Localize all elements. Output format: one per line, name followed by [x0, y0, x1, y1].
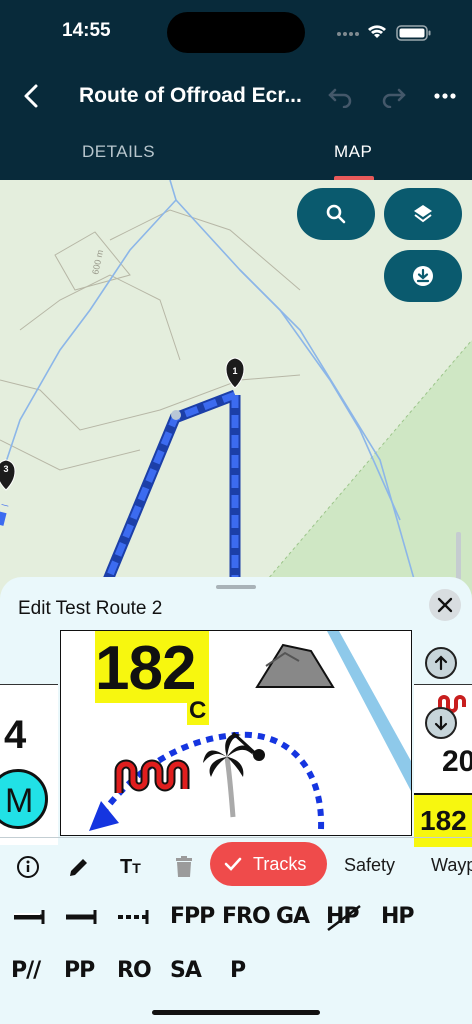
tab-waypoints[interactable]: Wayp	[431, 855, 472, 876]
status-time: 14:55	[62, 20, 111, 41]
map-search-button[interactable]	[297, 188, 375, 240]
next-card-bottom-number: 182	[420, 805, 467, 836]
map-scrollbar[interactable]	[456, 532, 461, 580]
previous-card-number: 4	[4, 713, 27, 757]
roadbook-preview[interactable]: 182 C	[60, 630, 412, 836]
symbol-ro[interactable]: RO	[117, 958, 152, 983]
close-button[interactable]	[429, 589, 461, 621]
symbol-hp-crossed[interactable]: HP	[326, 904, 361, 931]
mountain-icon	[255, 643, 335, 688]
symbol-fpp[interactable]: FPP	[170, 904, 215, 929]
undo-icon[interactable]	[326, 84, 354, 108]
more-icon[interactable]	[432, 88, 458, 104]
waypoint-1-label: 1	[232, 366, 237, 376]
waypoint-3-label: 3	[3, 464, 8, 474]
layers-icon	[414, 205, 432, 223]
map-view[interactable]: 600 m 1 3	[0, 180, 472, 600]
palm-tree-icon	[203, 733, 253, 818]
dynamic-island	[167, 12, 305, 53]
sheet-title: Edit Test Route 2	[18, 598, 163, 619]
battery-icon	[396, 25, 431, 41]
start-dot	[253, 749, 265, 761]
edit-route-sheet: Edit Test Route 2 4 M 20 182 182 C TT Tr…	[0, 577, 472, 1024]
squiggle-outline	[114, 759, 190, 793]
symbol-hp[interactable]: HP	[381, 904, 415, 929]
line-end-symbol[interactable]	[12, 907, 46, 927]
status-icons	[337, 25, 431, 41]
chevron-left-icon	[24, 84, 38, 108]
check-icon	[224, 857, 242, 871]
move-down-button[interactable]	[425, 707, 457, 739]
search-icon	[326, 204, 346, 224]
tab-details[interactable]: DETAILS	[82, 142, 155, 162]
waypoint-3-marker[interactable]: 3	[0, 459, 16, 491]
wifi-icon	[368, 25, 386, 38]
arrow-head	[89, 801, 119, 831]
river-shape	[327, 631, 411, 791]
move-up-button[interactable]	[425, 647, 457, 679]
tab-tracks[interactable]: Tracks	[210, 842, 327, 886]
tab-map[interactable]: MAP	[334, 142, 372, 162]
symbol-sa[interactable]: SA	[170, 958, 202, 983]
m-badge: M	[0, 769, 48, 829]
redo-icon[interactable]	[380, 84, 408, 108]
arrow-down-icon	[434, 715, 448, 731]
route-vertex[interactable]	[171, 410, 181, 420]
route-line	[0, 389, 241, 600]
cellular-signal-icon	[337, 32, 359, 36]
tab-tracks-label: Tracks	[253, 854, 307, 874]
symbol-pp[interactable]: PP	[64, 958, 95, 983]
m-badge-label: M	[5, 782, 34, 820]
download-icon	[413, 266, 433, 286]
pencil-icon[interactable]	[66, 854, 92, 880]
contour-lines	[0, 209, 301, 471]
text-size-icon[interactable]: TT	[120, 856, 146, 882]
next-card-number: 20	[442, 745, 472, 778]
close-icon	[437, 597, 453, 613]
symbol-ga[interactable]: GA	[276, 904, 310, 929]
contour-label: 600 m	[90, 249, 105, 276]
symbol-p[interactable]: P	[230, 958, 246, 983]
solid-end-symbol[interactable]	[64, 907, 98, 927]
symbol-p-slash[interactable]: P//	[11, 958, 41, 983]
sheet-drag-handle[interactable]	[216, 585, 256, 589]
map-download-button[interactable]	[384, 250, 462, 302]
waypoint-1-marker[interactable]: 1	[225, 357, 245, 389]
home-indicator[interactable]	[152, 1010, 320, 1015]
symbol-fro[interactable]: FRO	[222, 904, 271, 929]
tab-safety[interactable]: Safety	[344, 855, 395, 876]
app-header: 14:55 Route of Offroad Ecr... DETAILS MA…	[0, 0, 472, 180]
previous-symbol-card[interactable]: 4 M	[0, 684, 58, 845]
roadbook-drawing	[89, 631, 411, 831]
page-title: Route of Offroad Ecr...	[79, 84, 302, 107]
dashed-end-symbol[interactable]	[116, 907, 150, 927]
arrow-up-icon	[434, 655, 448, 671]
back-button[interactable]	[16, 80, 48, 112]
map-layers-button[interactable]	[384, 188, 462, 240]
trash-icon[interactable]	[171, 854, 197, 880]
info-icon[interactable]	[15, 854, 41, 880]
map-canvas[interactable]: 600 m 1 3	[0, 180, 472, 600]
